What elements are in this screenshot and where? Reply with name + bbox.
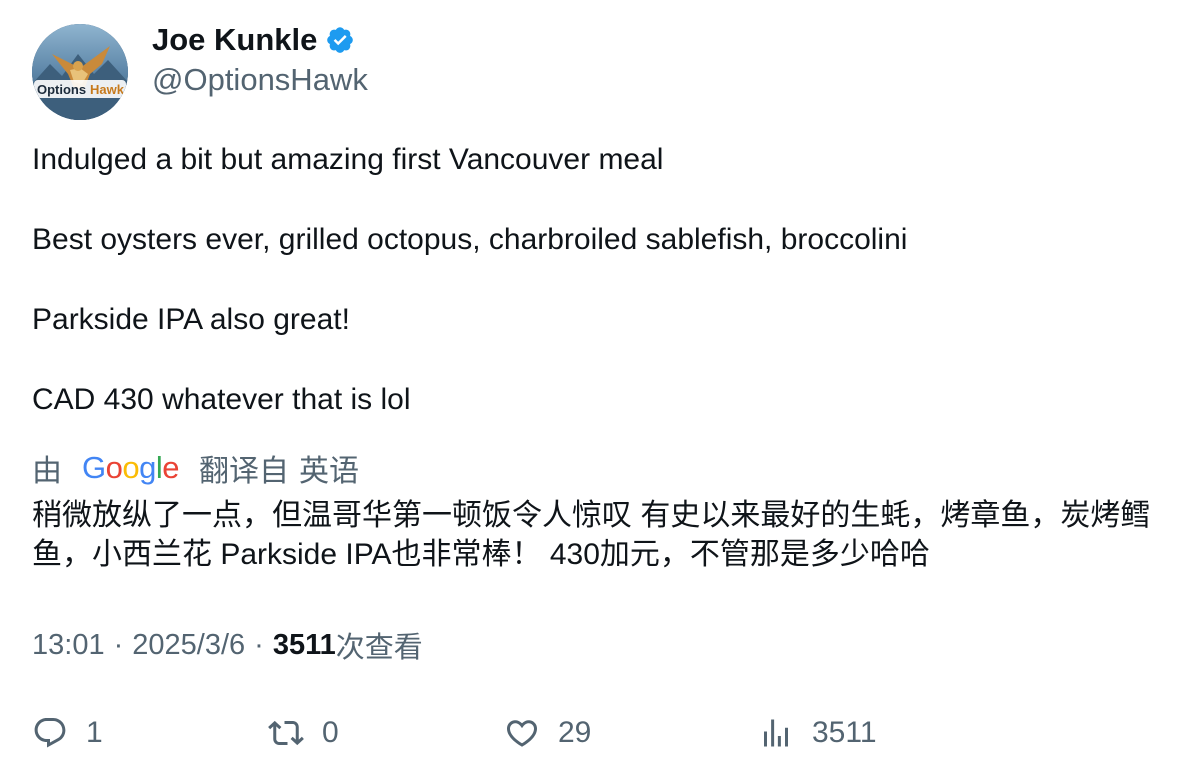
tweet-line: CAD 430 whatever that is lol (32, 383, 411, 416)
views-action-count: 3511 (812, 716, 877, 749)
retweet-icon (268, 720, 304, 746)
heart-icon (506, 720, 538, 747)
like-button[interactable]: 29 (504, 710, 591, 756)
views-button[interactable]: 3511 (758, 710, 877, 756)
views-count: 3511 (272, 628, 336, 661)
avatar[interactable]: Options Hawk (32, 24, 128, 120)
reply-count: 1 (86, 716, 103, 749)
translation-attribution[interactable]: 由 Google 翻译自 英语 (32, 448, 359, 488)
author-name-row: Joe Kunkle (152, 22, 355, 58)
reply-icon (34, 718, 66, 748)
author-handle[interactable]: @OptionsHawk (152, 62, 368, 98)
tweet-line: Parkside IPA also great! (32, 303, 350, 336)
tweet-line: Indulged a bit but amazing first Vancouv… (32, 143, 664, 176)
retweet-button[interactable]: 0 (268, 710, 339, 756)
tweet-date[interactable]: 2025/3/6 (132, 629, 245, 662)
tweet-line: Best oysters ever, grilled octopus, char… (32, 223, 908, 256)
views-label: 次查看 (335, 632, 423, 664)
avatar-image: Options Hawk (32, 24, 128, 120)
tweet-text: Indulged a bit but amazing first Vancouv… (32, 140, 1162, 420)
translation-prefix: 由 (32, 455, 62, 488)
author-name[interactable]: Joe Kunkle (152, 22, 317, 58)
translation-label: 翻译自 (199, 455, 290, 488)
reply-button[interactable]: 1 (32, 710, 103, 756)
avatar-logo-text: Options (37, 82, 86, 97)
retweet-count: 0 (322, 716, 339, 749)
tweet-time[interactable]: 13:01 (32, 629, 105, 662)
meta-separator: · (113, 628, 124, 661)
meta-separator: · (254, 628, 264, 661)
tweet-meta: 13:01 · 2025/3/6 · 3511 次查看 (32, 624, 423, 666)
action-bar: 1 0 29 3511 (32, 710, 1162, 756)
verified-badge-icon (325, 25, 355, 55)
analytics-icon (764, 719, 788, 747)
translated-text: 稍微放纵了一点，但温哥华第一顿饭令人惊叹 有史以来最好的生蚝，烤章鱼，炭烤鳕鱼，… (32, 499, 1151, 571)
google-logo: Google (82, 450, 180, 485)
svg-text:Hawk: Hawk (90, 82, 125, 97)
like-count: 29 (558, 716, 592, 749)
translation-language: 英语 (299, 455, 360, 488)
